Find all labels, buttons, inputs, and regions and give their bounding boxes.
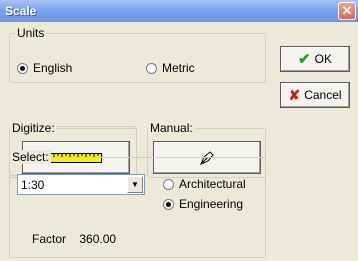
radio-metric-indicator[interactable] [146,62,157,74]
radio-architectural-indicator[interactable] [163,178,174,190]
close-button[interactable]: ✕ [338,2,356,20]
radio-english[interactable]: English [17,61,72,75]
radio-metric[interactable]: Metric [146,61,195,75]
manual-legend: Manual: [148,121,195,135]
radio-engineering-label: Engineering [179,197,244,211]
factor-label: Factor [32,232,67,246]
factor-value: 360.00 [79,232,117,246]
window-title: Scale [5,4,37,18]
title-bar: Scale ✕ [0,0,358,22]
select-legend: Select: [10,150,51,164]
radio-engineering-indicator[interactable] [163,198,174,210]
radio-english-indicator[interactable] [17,62,28,74]
cancel-x-icon: ✘ [288,86,301,103]
cancel-label: Cancel [304,88,342,102]
units-group: Units English Metric [9,26,266,83]
radio-architectural-label: Architectural [179,177,246,191]
dropdown-arrow-icon[interactable]: ▼ [127,176,143,193]
radio-engineering[interactable]: Engineering [163,197,243,211]
ok-button[interactable]: ✔ OK [280,46,350,72]
scale-select-value: 1:30 [21,178,45,192]
digitize-legend: Digitize: [10,121,57,135]
check-icon: ✔ [298,51,311,68]
radio-metric-label: Metric [162,61,195,75]
radio-english-label: English [33,61,73,75]
factor-readout: Factor 360.00 [32,232,126,246]
scale-select[interactable]: 1:30 ▼ [17,174,145,195]
cancel-button[interactable]: ✘ Cancel [280,82,350,108]
units-legend: Units [15,26,47,40]
ok-label: OK [314,52,332,66]
radio-architectural[interactable]: Architectural [163,177,246,191]
